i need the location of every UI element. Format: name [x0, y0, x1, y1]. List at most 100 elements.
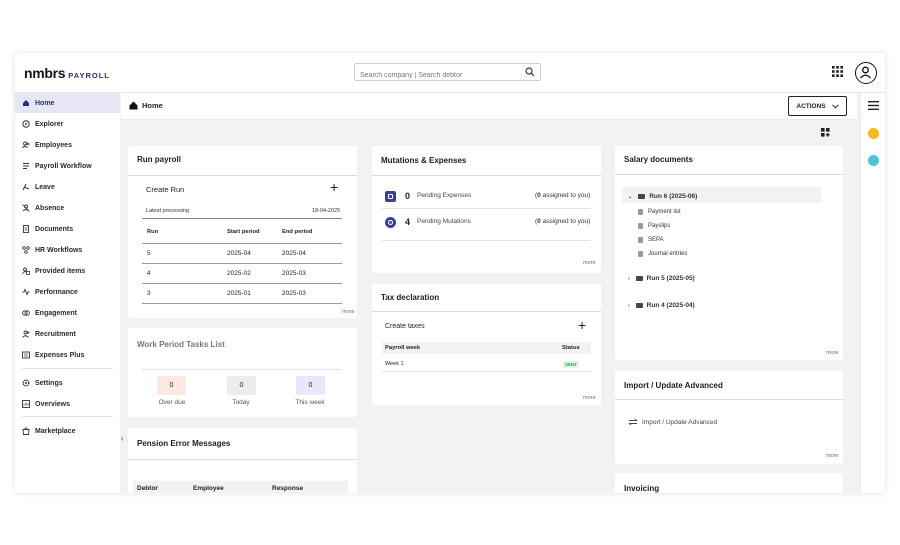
chevron-down-icon: [831, 103, 839, 109]
this-week-count[interactable]: 0: [296, 376, 325, 395]
run-folder[interactable]: › Run 5 (2025-05): [628, 275, 695, 282]
create-run-label[interactable]: Create Run: [146, 185, 184, 194]
chevron-down-icon: ⌄: [628, 193, 633, 200]
sidebar-item-employees[interactable]: Employees: [15, 135, 120, 155]
sidebar-item-label: Documents: [35, 225, 74, 233]
widgets-icon[interactable]: [821, 128, 830, 137]
sidebar-item-marketplace[interactable]: Marketplace: [15, 421, 120, 441]
notification-icon[interactable]: [868, 155, 879, 166]
search-input[interactable]: [355, 67, 515, 84]
search-box: [354, 63, 541, 84]
pending-mutations-label: Pending Mutations: [417, 218, 471, 225]
sidebar-item-engagement[interactable]: Engagement: [15, 303, 120, 323]
sidebar-item-label: Employees: [35, 141, 72, 149]
card-title: Work Period Tasks List: [137, 340, 225, 349]
actions-label: ACTIONS: [796, 102, 826, 110]
sidebar-item-payroll-workflow[interactable]: Payroll Workflow: [15, 156, 120, 176]
divider: [382, 208, 591, 209]
apps-grid-icon[interactable]: [832, 66, 843, 77]
pending-mutations-count: 4: [405, 217, 411, 227]
more-link[interactable]: more: [826, 350, 839, 356]
file-item[interactable]: Payslips: [638, 223, 670, 229]
run-label: Run 6 (2025-06): [649, 193, 698, 200]
divider: [615, 174, 843, 175]
more-link[interactable]: more: [583, 395, 596, 401]
run-label: Run 4 (2025-04): [646, 302, 695, 309]
column-header: Start period: [227, 229, 260, 235]
menu-icon[interactable]: [868, 101, 879, 110]
expenses-icon: [22, 351, 30, 359]
card-title: Run payroll: [137, 155, 182, 164]
collapse-sidebar-icon[interactable]: ‹: [121, 434, 124, 443]
import-update-link[interactable]: Import / Update Advanced: [628, 418, 717, 426]
sidebar-item-expenses-plus[interactable]: Expenses Plus: [15, 345, 120, 365]
actions-button[interactable]: ACTIONS: [788, 96, 847, 116]
card-title: Invoicing: [624, 484, 660, 493]
user-icon: [860, 66, 871, 79]
sidebar-item-home[interactable]: Home: [15, 93, 120, 113]
file-item[interactable]: SEPA: [638, 237, 664, 243]
divider: [142, 283, 342, 284]
expenses-icon: [385, 191, 396, 202]
run-folder-expanded[interactable]: ⌄ Run 6 (2025-06): [628, 193, 697, 200]
column-header: End period: [282, 229, 313, 235]
sidebar-item-provided-items[interactable]: Provided items: [15, 261, 120, 281]
sidebar-item-absence[interactable]: Absence: [15, 198, 120, 218]
start-period-cell: 2025-01: [227, 290, 251, 297]
sidebar-item-overviews[interactable]: Overviews: [15, 394, 120, 414]
engagement-icon: [22, 309, 30, 317]
file-label: Journal entries: [648, 251, 688, 257]
today-label: Today: [232, 399, 250, 406]
provided-items-icon: [22, 267, 30, 275]
breadcrumb: Home: [129, 101, 163, 110]
file-item[interactable]: Payment list: [638, 209, 681, 215]
run-cell: 5: [147, 250, 151, 257]
sidebar-item-explorer[interactable]: Explorer: [15, 114, 120, 134]
divider: [142, 218, 342, 219]
page-title: Home: [142, 101, 163, 110]
sidebar-item-settings[interactable]: Settings: [15, 373, 120, 393]
start-period-cell: 2025-04: [227, 250, 251, 257]
sidebar-item-label: Overviews: [35, 400, 71, 408]
sidebar-item-label: Payroll Workflow: [35, 162, 92, 170]
more-link[interactable]: more: [826, 453, 839, 459]
sidebar-item-label: Leave: [35, 183, 55, 191]
home-icon: [22, 99, 30, 107]
sidebar-item-leave[interactable]: Leave: [15, 177, 120, 197]
more-link[interactable]: more: [342, 309, 355, 315]
create-run-plus-icon[interactable]: +: [330, 179, 338, 195]
column-header: Debtor: [137, 485, 158, 492]
divider: [128, 459, 357, 460]
overdue-count[interactable]: 0: [157, 376, 186, 395]
user-avatar[interactable]: [855, 62, 877, 84]
divider: [128, 175, 357, 176]
latest-processing-label: Latest processing: [146, 208, 190, 214]
logo[interactable]: nmbrs PAYROLL: [24, 65, 110, 81]
run-folder[interactable]: › Run 4 (2025-04): [628, 302, 695, 309]
hr-workflow-icon: [22, 246, 30, 254]
sidebar-item-performance[interactable]: Performance: [15, 282, 120, 302]
file-item[interactable]: Journal entries: [638, 251, 687, 257]
gear-icon: [22, 379, 30, 387]
sidebar-item-hr-workflows[interactable]: HR Workflows: [15, 240, 120, 260]
salary-documents-card: Salary documents ⌄ Run 6 (2025-06) Paymen…: [615, 146, 843, 360]
import-update-card: Import / Update Advanced Import / Update…: [615, 371, 843, 464]
today-count[interactable]: 0: [227, 376, 256, 395]
sidebar-item-label: Recruitment: [35, 330, 76, 338]
sidebar-item-recruitment[interactable]: Recruitment: [15, 324, 120, 344]
sidebar-divider: [22, 416, 113, 417]
sidebar-item-documents[interactable]: Documents: [15, 219, 120, 239]
file-label: Payment list: [648, 209, 681, 215]
divider: [615, 399, 843, 400]
users-icon: [22, 141, 30, 149]
assigned-text: assigned to you): [540, 218, 591, 225]
status-check-icon[interactable]: [868, 128, 879, 139]
file-icon: [638, 251, 643, 257]
create-taxes-label[interactable]: Create taxes: [385, 323, 425, 330]
search-icon[interactable]: [525, 67, 535, 77]
sidebar: Home Explorer Employees Payroll Workflow…: [15, 93, 120, 493]
more-link[interactable]: more: [583, 260, 596, 266]
create-taxes-plus-icon[interactable]: +: [578, 317, 586, 333]
run-cell: 4: [147, 270, 151, 277]
file-icon: [638, 237, 643, 243]
